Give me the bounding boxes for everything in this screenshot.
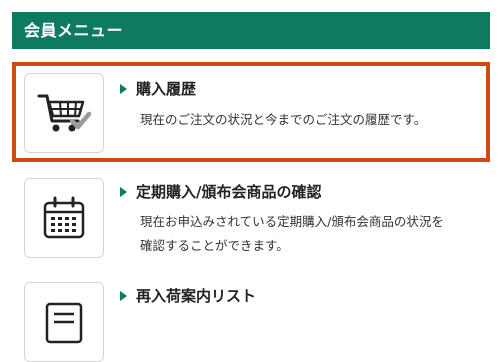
menu-item-purchase-history[interactable]: 購入履歴 現在のご注文の状況と今までのご注文の履歴です。 xyxy=(12,62,490,162)
purchase-history-title-text: 購入履歴 xyxy=(136,80,197,98)
arrow-right-icon xyxy=(120,186,127,197)
purchase-history-title[interactable]: 購入履歴 xyxy=(120,78,196,99)
subscription-description: 現在お申込みされている定期購入/頒布会商品の状況を 確認することができます。 xyxy=(140,214,444,253)
calendar-icon xyxy=(43,196,85,239)
restock-list-title[interactable]: 再入荷案内リスト xyxy=(120,285,256,306)
cart-check-icon xyxy=(37,94,92,132)
restock-list-title-text: 再入荷案内リスト xyxy=(136,287,257,305)
member-menu-title: 会員メニュー xyxy=(24,21,124,40)
arrow-right-icon xyxy=(120,290,127,301)
subscription-title[interactable]: 定期購入/頒布会商品の確認 xyxy=(120,181,321,202)
menu-item-restock-list[interactable]: 再入荷案内リスト xyxy=(12,276,490,362)
purchase-history-icon-box xyxy=(24,73,104,153)
subscription-title-text: 定期購入/頒布会商品の確認 xyxy=(136,183,322,201)
purchase-history-description: 現在のご注文の状況と今までのご注文の履歴です。 xyxy=(140,112,427,127)
list-icon xyxy=(45,302,83,344)
restock-list-icon-box xyxy=(24,282,104,362)
menu-item-subscription[interactable]: 定期購入/頒布会商品の確認 現在お申込みされている定期購入/頒布会商品の状況を … xyxy=(12,172,490,267)
member-menu-header: 会員メニュー xyxy=(12,12,490,49)
subscription-icon-box xyxy=(24,178,104,258)
arrow-right-icon xyxy=(120,83,127,94)
